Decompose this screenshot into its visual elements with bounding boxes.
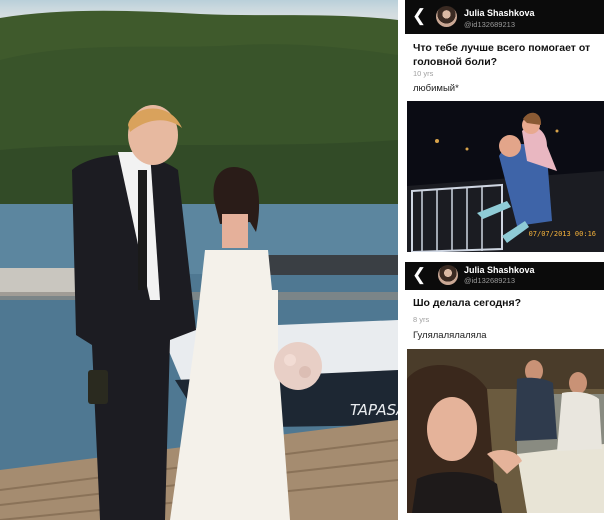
qa-post-card: ❮ Julia Shashkova @id132689213 Шо делала…	[405, 262, 604, 520]
answer-photo[interactable]	[407, 349, 604, 513]
answer-photo[interactable]: 07/07/2013 00:16	[407, 101, 604, 252]
post-age: 8 yrs	[413, 315, 430, 324]
app-header: ❮ Julia Shashkova @id132689213	[405, 262, 604, 290]
question-text: Шо делала сегодня?	[413, 297, 522, 309]
qa-post-card: ❮ Julia Shashkova @id132689213 Что тебе …	[405, 0, 604, 258]
wedding-photo: TAPASA	[0, 0, 398, 520]
question-text: Что тебе лучше всего помогает от головно…	[413, 42, 591, 68]
username[interactable]: Julia Shashkova	[464, 8, 535, 18]
boat-name: TAPASA	[350, 401, 398, 419]
avatar[interactable]	[436, 6, 457, 27]
photo-timestamp: 07/07/2013 00:16	[528, 230, 596, 238]
post-age: 10 yrs	[413, 69, 434, 78]
answer-text: любимый*	[413, 83, 459, 94]
back-arrow-icon[interactable]: ❮	[412, 265, 426, 285]
user-id: @id132689213	[464, 20, 515, 29]
answer-text: Гулялалялаляла	[413, 330, 487, 341]
user-id: @id132689213	[464, 276, 515, 285]
username[interactable]: Julia Shashkova	[464, 265, 535, 275]
panel-divider	[398, 0, 404, 520]
app-header: ❮ Julia Shashkova @id132689213	[405, 0, 604, 34]
avatar[interactable]	[438, 265, 458, 285]
back-arrow-icon[interactable]: ❮	[412, 6, 426, 26]
